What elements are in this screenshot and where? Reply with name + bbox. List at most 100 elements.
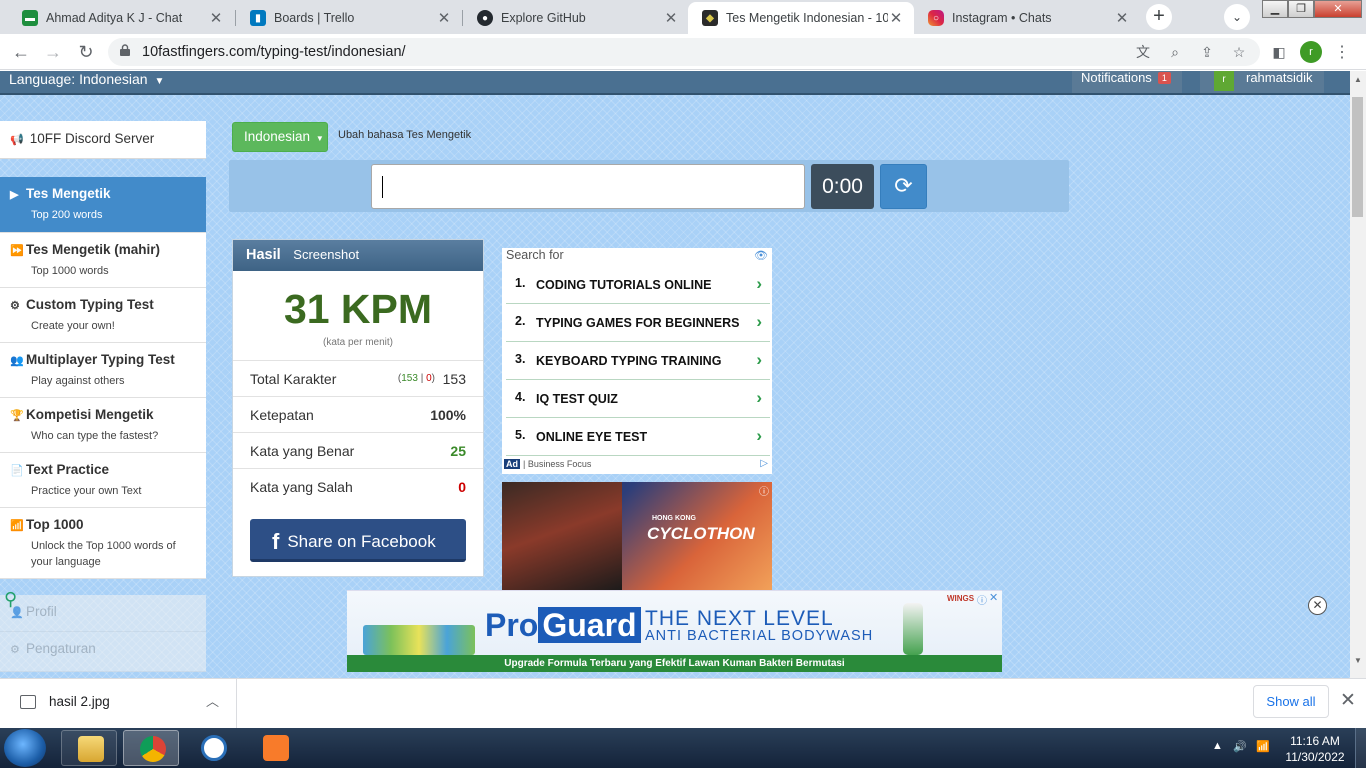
ad-link-3[interactable]: 3. KEYBOARD TYPING TRAINING › <box>506 342 770 380</box>
downloads-bar: hasil 2.jpg ︿ Show all ✕ <box>0 678 1366 728</box>
sidebar-item-tes-mengetik-mahir[interactable]: ⏩ Tes Mengetik (mahir) Top 1000 words <box>0 233 206 288</box>
show-all-button[interactable]: Show all <box>1253 685 1329 718</box>
zoom-icon[interactable]: ⌕ <box>1166 43 1184 61</box>
close-window-icon[interactable]: ✕ <box>1314 0 1362 18</box>
network-signal-icon[interactable]: 📶 <box>1256 740 1270 753</box>
back-arrow-icon[interactable]: ← <box>9 40 33 64</box>
share-facebook-button[interactable]: f Share on Facebook <box>250 519 466 562</box>
close-tab-icon[interactable]: ✕ <box>888 9 904 27</box>
taskbar-chrome[interactable] <box>123 730 179 766</box>
ad-link-label: ONLINE EYE TEST <box>536 430 648 444</box>
browser-tab-google-chat[interactable]: ▬ Ahmad Aditya K J - Chat ✕ <box>8 2 234 34</box>
tab-screenshot[interactable]: Screenshot <box>293 247 359 262</box>
caret-down-icon: ▼ <box>315 134 324 143</box>
minimize-window-icon[interactable]: ▁ <box>1262 0 1288 18</box>
browser-menu-icon[interactable]: ⋮ <box>1334 42 1350 62</box>
facebook-button-label: Share on Facebook <box>287 532 436 551</box>
browser-tab-strip: ▬ Ahmad Aditya K J - Chat ✕ ▮ Boards | T… <box>0 0 1366 34</box>
scroll-up-icon[interactable]: ▲ <box>1352 75 1364 84</box>
translate-icon[interactable]: 文 <box>1134 43 1152 61</box>
sidebar-item-kompetisi[interactable]: 🏆 Kompetisi Mengetik Who can type the fas… <box>0 398 206 453</box>
product-lineup-image <box>363 625 475 655</box>
megaphone-icon: 📢 <box>10 134 24 146</box>
tab-title: Explore GitHub <box>501 11 586 25</box>
maximize-window-icon[interactable]: ❐ <box>1288 0 1314 18</box>
result-value: 25 <box>450 443 466 459</box>
close-ad-icon[interactable]: ✕ <box>989 591 998 604</box>
side-panel-icon[interactable]: ◧ <box>1270 43 1288 61</box>
browser-tab-instagram[interactable]: ○ Instagram • Chats ✕ <box>914 2 1140 34</box>
new-tab-button[interactable]: + <box>1146 4 1172 30</box>
volume-icon[interactable]: 🔊 <box>1233 740 1247 753</box>
ad-link-4[interactable]: 4. IQ TEST QUIZ › <box>506 380 770 418</box>
user-avatar: r <box>1214 71 1234 91</box>
wpm-value: 31 KPM <box>283 286 433 332</box>
sidebar-item-text-practice[interactable]: 📄 Text Practice Practice your own Text <box>0 453 206 508</box>
cyclothon-ad-image[interactable]: HONG KONG CYCLOTHON ⓘ <box>502 482 772 592</box>
browser-tab-10fastfingers[interactable]: ◆ Tes Mengetik Indonesian - 10F ✕ <box>688 2 914 34</box>
ad-link-2[interactable]: 2. TYPING GAMES FOR BEGINNERS › <box>506 304 770 342</box>
chevron-up-icon[interactable]: ︿ <box>206 691 219 710</box>
notifications-button[interactable]: Notifications 1 <box>1072 71 1182 93</box>
close-downloads-icon[interactable]: ✕ <box>1340 689 1356 712</box>
taskbar-file-explorer[interactable] <box>61 730 117 766</box>
typing-input[interactable] <box>371 164 805 209</box>
restart-test-button[interactable]: ⟳ <box>880 164 927 209</box>
scroll-down-icon[interactable]: ▼ <box>1352 656 1364 665</box>
username: rahmatsidik <box>1246 71 1313 85</box>
close-tab-icon[interactable]: ✕ <box>663 9 679 27</box>
trophy-icon: 🏆 <box>10 410 24 422</box>
start-button[interactable] <box>4 729 46 767</box>
show-hidden-icons[interactable]: ▲ <box>1212 740 1223 752</box>
search-ad-box: Search for 👁 1. CODING TUTORIALS ONLINE › … <box>502 248 772 474</box>
bookmark-star-icon[interactable]: ☆ <box>1230 43 1248 61</box>
user-menu[interactable]: r rahmatsidik <box>1200 71 1324 93</box>
profile-avatar[interactable]: r <box>1300 41 1322 63</box>
ad-choices-icon[interactable]: ▷ <box>760 458 768 469</box>
scrollbar-thumb[interactable] <box>1352 97 1363 217</box>
ad-link-1[interactable]: 1. CODING TUTORIALS ONLINE › <box>506 266 770 304</box>
ad-choices-icon[interactable]: ⚲ <box>4 589 17 610</box>
download-item[interactable]: hasil 2.jpg ︿ <box>0 679 237 728</box>
reload-page-icon[interactable]: ↻ <box>74 40 98 64</box>
result-row-kata-salah: Kata yang Salah 0 <box>233 468 483 504</box>
ad-link-5[interactable]: 5. ONLINE EYE TEST › <box>506 418 770 456</box>
ad-link-label: IQ TEST QUIZ <box>536 392 618 406</box>
document-icon: 📄 <box>10 465 24 477</box>
tab-search-chevron-icon[interactable]: ⌄ <box>1224 4 1250 30</box>
notification-count-badge: 1 <box>1157 72 1171 84</box>
sidebar-item-multiplayer[interactable]: 👥 Multiplayer Typing Test Play against ot… <box>0 343 206 398</box>
discord-server-link[interactable]: 📢 10FF Discord Server <box>0 121 206 159</box>
address-bar[interactable]: 10fastfingers.com/typing-test/indonesian… <box>108 38 1260 66</box>
system-clock[interactable]: 11:16 AM 11/30/2022 <box>1284 733 1346 765</box>
sidebar-item-tes-mengetik[interactable]: ▶ Tes Mengetik Top 200 words <box>0 177 206 233</box>
proguard-banner-ad[interactable]: Pro Guard THE NEXT LEVEL ANTI BACTERIAL B… <box>347 590 1002 672</box>
change-language-note: Ubah bahasa Tes Mengetik <box>338 129 472 141</box>
language-menu[interactable]: Language: Indonesian ▼ <box>9 71 164 87</box>
close-tab-icon[interactable]: ✕ <box>436 9 452 27</box>
chevron-right-icon: › <box>756 274 762 293</box>
show-desktop-button[interactable] <box>1355 728 1366 768</box>
sidebar-item-label: Kompetisi Mengetik <box>26 407 154 422</box>
close-banner-button[interactable]: ✕ <box>1308 596 1327 615</box>
browser-tab-github[interactable]: ● Explore GitHub ✕ <box>463 2 689 34</box>
language-select-button[interactable]: Indonesian ▼ <box>232 122 328 152</box>
ad-link-label: TYPING GAMES FOR BEGINNERS <box>536 316 740 330</box>
info-icon[interactable]: ⓘ <box>759 483 769 498</box>
sidebar-item-profil[interactable]: 👤 Profil <box>0 595 206 632</box>
info-icon[interactable]: ⓘ <box>977 592 987 607</box>
taskbar-app-3[interactable] <box>185 730 241 766</box>
sidebar-item-top-1000[interactable]: 📶 Top 1000 Unlock the Top 1000 words of y… <box>0 508 206 579</box>
forward-arrow-icon[interactable]: → <box>41 40 65 64</box>
share-icon[interactable]: ⇪ <box>1198 43 1216 61</box>
browser-tab-trello[interactable]: ▮ Boards | Trello ✕ <box>236 2 462 34</box>
users-icon: 👥 <box>10 355 24 367</box>
hide-eye-icon[interactable]: 👁 <box>754 249 768 262</box>
taskbar-xampp[interactable] <box>247 730 303 766</box>
tab-hasil[interactable]: Hasil <box>246 247 281 263</box>
close-tab-icon[interactable]: ✕ <box>208 9 224 27</box>
close-tab-icon[interactable]: ✕ <box>1114 9 1130 27</box>
ad-link-number: 4. <box>515 390 526 404</box>
sidebar-item-pengaturan[interactable]: ⚙ Pengaturan <box>0 632 206 672</box>
sidebar-item-custom-typing-test[interactable]: ⚙ Custom Typing Test Create your own! <box>0 288 206 343</box>
